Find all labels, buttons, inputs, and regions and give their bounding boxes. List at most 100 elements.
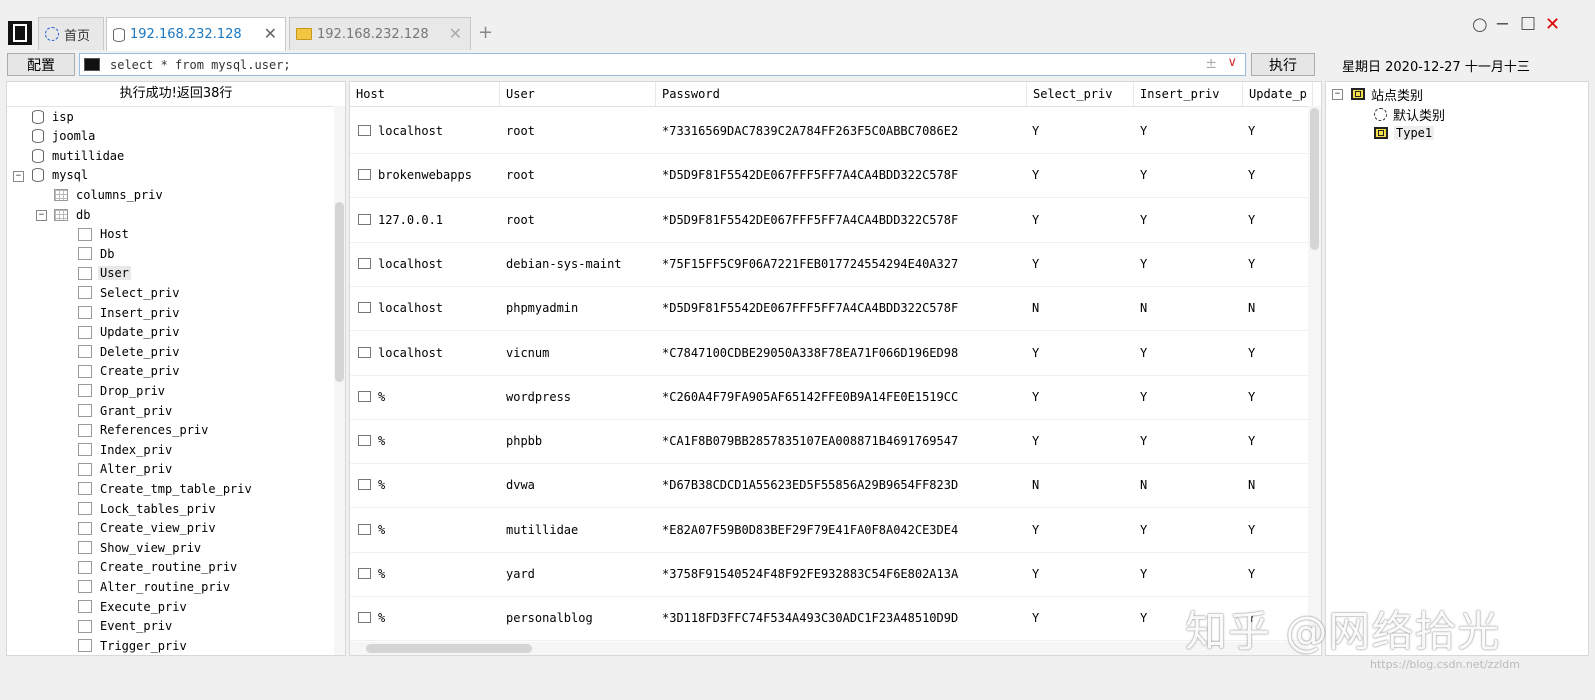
grid-cell[interactable]: N [1140, 286, 1147, 330]
table-row[interactable]: brokenwebapps root *D5D9F81F5542DE067FFF5F… [350, 153, 1308, 199]
history-icon[interactable]: ± [1205, 56, 1217, 72]
minimize-icon[interactable]: ─ [1497, 14, 1508, 35]
tree-database[interactable]: mysql [32, 166, 90, 185]
table-row[interactable]: % wordpress *C260A4F79FA905AF65142FFE0B9A1… [350, 375, 1308, 420]
grid-cell[interactable]: Y [1032, 508, 1039, 552]
grid-cell[interactable]: Y [1140, 109, 1147, 153]
tree-column[interactable]: Create_routine_priv [78, 558, 239, 577]
grid-cell[interactable]: vicnum [506, 331, 549, 375]
grid-cell[interactable]: *D67B38CDCD1A55623ED5F55856A29B9654FF823… [662, 463, 958, 507]
grid-cell[interactable]: *E82A07F59B0D83BEF29F79E41FA0F8A042CE3DE… [662, 508, 958, 552]
tree-database[interactable]: isp [32, 107, 76, 126]
column-header[interactable]: Host [350, 82, 500, 106]
tree-column[interactable]: Execute_priv [78, 597, 189, 616]
tree-column[interactable]: Db [78, 244, 116, 263]
grid-cell[interactable]: localhost [378, 286, 443, 330]
tree-column[interactable]: Index_priv [78, 440, 174, 459]
circle-icon[interactable]: ○ [1472, 14, 1488, 35]
grid-cell[interactable]: Y [1140, 153, 1147, 197]
grid-cell[interactable]: Y [1032, 153, 1039, 197]
tree-column[interactable]: References_priv [78, 421, 210, 440]
column-header[interactable]: User [500, 82, 656, 106]
config-button[interactable]: 配置 [7, 53, 75, 76]
table-row[interactable]: % mutillidae *E82A07F59B0D83BEF29F79E41FA0… [350, 508, 1308, 553]
tree-column[interactable]: Update_priv [78, 323, 181, 342]
collapse-icon[interactable]: − [36, 210, 47, 221]
grid-cell[interactable]: Y [1140, 508, 1147, 552]
grid-horizontal-scrollbar[interactable] [350, 642, 1308, 655]
collapse-icon[interactable]: − [1332, 88, 1343, 100]
category-type1[interactable]: Type1 [1374, 123, 1435, 143]
tree-column[interactable]: Show_view_priv [78, 538, 203, 557]
grid-cell[interactable]: Y [1032, 596, 1039, 640]
grid-cell[interactable]: Y [1032, 552, 1039, 596]
grid-cell[interactable]: Y [1248, 552, 1255, 596]
grid-cell[interactable]: % [378, 552, 385, 596]
grid-cell[interactable]: localhost [378, 242, 443, 286]
grid-cell[interactable]: Y [1248, 153, 1255, 197]
grid-cell[interactable]: % [378, 375, 385, 419]
grid-cell[interactable]: Y [1140, 552, 1147, 596]
grid-cell[interactable]: Y [1032, 109, 1039, 153]
sql-input[interactable] [108, 56, 1192, 73]
grid-cell[interactable]: phpbb [506, 419, 542, 463]
grid-cell[interactable]: Y [1140, 198, 1147, 242]
tab-home[interactable]: 首页 [38, 17, 104, 50]
table-row[interactable]: % yard *3758F91540524F48F92FE932883C54F6E8… [350, 552, 1308, 597]
table-row[interactable]: % phpbb *CA1F8B079BB2857835107EA008871B469… [350, 419, 1308, 465]
table-row[interactable]: % personalblog *3D118FD3FFC74F534A493C30AD… [350, 596, 1308, 642]
grid-cell[interactable]: *C260A4F79FA905AF65142FFE0B9A14FE0E1519C… [662, 375, 958, 419]
grid-cell[interactable]: *D5D9F81F5542DE067FFF5FF7A4CA4BDD322C578… [662, 153, 958, 197]
category-default[interactable]: 默认类别 [1374, 104, 1445, 124]
grid-cell[interactable]: *3D118FD3FFC74F534A493C30ADC1F23A48510D9… [662, 596, 958, 640]
grid-cell[interactable]: *CA1F8B079BB2857835107EA008871B469176954… [662, 419, 958, 463]
grid-cell[interactable]: % [378, 419, 385, 463]
grid-vertical-scrollbar[interactable] [1308, 106, 1321, 644]
tree-database[interactable]: mutillidae [32, 146, 126, 165]
tree-column[interactable]: Grant_priv [78, 401, 174, 420]
grid-cell[interactable]: % [378, 463, 385, 507]
tab-close-icon[interactable]: ✕ [264, 24, 277, 43]
grid-cell[interactable]: Y [1140, 419, 1147, 463]
tree-column[interactable]: Lock_tables_priv [78, 499, 218, 518]
grid-cell[interactable]: root [506, 153, 535, 197]
grid-cell[interactable]: 127.0.0.1 [378, 198, 443, 242]
grid-cell[interactable]: % [378, 508, 385, 552]
grid-cell[interactable]: debian-sys-maint [506, 242, 622, 286]
grid-cell[interactable]: dvwa [506, 463, 535, 507]
grid-cell[interactable]: Y [1248, 109, 1255, 153]
grid-cell[interactable]: *73316569DAC7839C2A784FF263F5C0ABBC7086E… [662, 109, 958, 153]
tab-db-connection[interactable]: 192.168.232.128 ✕ [106, 17, 286, 51]
grid-cell[interactable]: Y [1032, 331, 1039, 375]
column-header[interactable]: Insert_priv [1134, 82, 1243, 106]
grid-cell[interactable]: Y [1248, 198, 1255, 242]
grid-cell[interactable]: Y [1248, 419, 1255, 463]
table-row[interactable]: % dvwa *D67B38CDCD1A55623ED5F55856A29B9654… [350, 463, 1308, 509]
tree-column[interactable]: Alter_priv [78, 460, 174, 479]
grid-cell[interactable]: root [506, 198, 535, 242]
tree-column[interactable]: Insert_priv [78, 303, 181, 322]
grid-cell[interactable]: N [1248, 286, 1255, 330]
table-row[interactable]: 127.0.0.1 root *D5D9F81F5542DE067FFF5FF7A4… [350, 198, 1308, 243]
tree-column[interactable]: Create_tmp_table_priv [78, 479, 254, 498]
grid-cell[interactable]: Y [1248, 508, 1255, 552]
column-header[interactable]: Select_priv [1027, 82, 1134, 106]
tree-column[interactable]: Create_priv [78, 362, 181, 381]
grid-cell[interactable]: root [506, 109, 535, 153]
grid-cell[interactable]: Y [1032, 419, 1039, 463]
tree-column[interactable]: Alter_routine_priv [78, 577, 232, 596]
column-header[interactable]: Update_p [1243, 82, 1313, 106]
grid-cell[interactable]: Y [1140, 375, 1147, 419]
restore-icon[interactable]: ☐ [1520, 14, 1536, 35]
grid-cell[interactable]: phpmyadmin [506, 286, 578, 330]
tree-scrollbar[interactable] [334, 106, 345, 655]
tab-close-icon[interactable]: ✕ [449, 24, 462, 43]
grid-cell[interactable]: Y [1248, 331, 1255, 375]
grid-cell[interactable]: Y [1248, 242, 1255, 286]
tree-database[interactable]: joomla [32, 127, 97, 146]
grid-cell[interactable]: localhost [378, 331, 443, 375]
grid-cell[interactable]: Y [1140, 242, 1147, 286]
tree-table[interactable]: db [54, 205, 92, 224]
tab-file-manager[interactable]: 192.168.232.128 ✕ [289, 17, 471, 50]
tree-table[interactable]: columns_priv [54, 185, 165, 204]
